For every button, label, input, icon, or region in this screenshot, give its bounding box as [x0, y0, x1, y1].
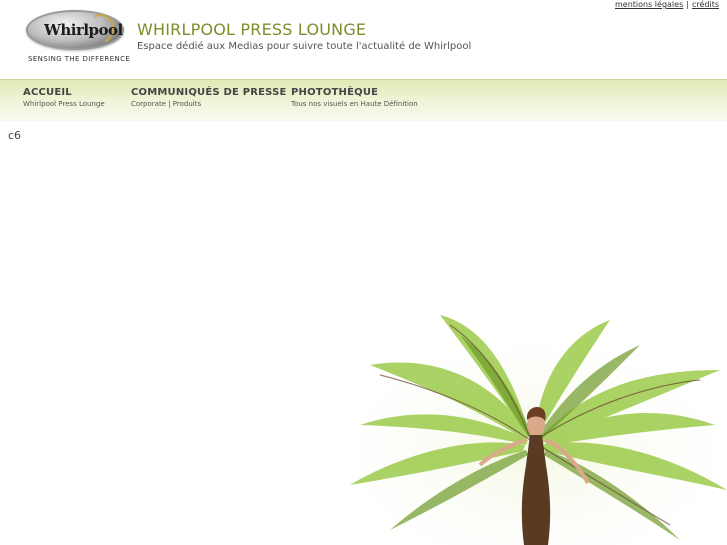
- nav-item-phototheque[interactable]: PHOTOTHÈQUE Tous nos visuels en Haute Dé…: [291, 87, 418, 108]
- site-subtitle: Espace dédié aux Medias pour suivre tout…: [137, 41, 472, 52]
- site-header: Whirlpool SENSING THE DIFFERENCE WHIRLPO…: [0, 0, 727, 80]
- main-navigation: ACCUEIL Whirlpool Press Lounge COMMUNIQU…: [0, 79, 727, 121]
- logo-tagline: SENSING THE DIFFERENCE: [28, 55, 131, 63]
- nav-item-label: PHOTOTHÈQUE: [291, 87, 379, 98]
- nav-item-accueil[interactable]: ACCUEIL Whirlpool Press Lounge: [23, 87, 105, 108]
- site-title: WHIRLPOOL PRESS LOUNGE: [137, 20, 367, 39]
- nav-item-description: Tous nos visuels en Haute Définition: [291, 100, 418, 108]
- nav-item-description: Corporate | Produits: [131, 100, 202, 108]
- logo-wordmark: Whirlpool: [44, 21, 123, 39]
- nav-item-label: ACCUEIL: [23, 87, 72, 98]
- whirlpool-logo[interactable]: Whirlpool SENSING THE DIFFERENCE: [26, 10, 130, 68]
- nav-item-communiques[interactable]: COMMUNIQUÉS DE PRESSE Corporate | Produi…: [131, 87, 287, 108]
- hero-woman-leaves-image: [340, 315, 727, 545]
- nav-item-description: Whirlpool Press Lounge: [23, 100, 105, 108]
- nav-item-label: COMMUNIQUÉS DE PRESSE: [131, 87, 287, 98]
- content-placeholder-text: c6: [8, 129, 22, 142]
